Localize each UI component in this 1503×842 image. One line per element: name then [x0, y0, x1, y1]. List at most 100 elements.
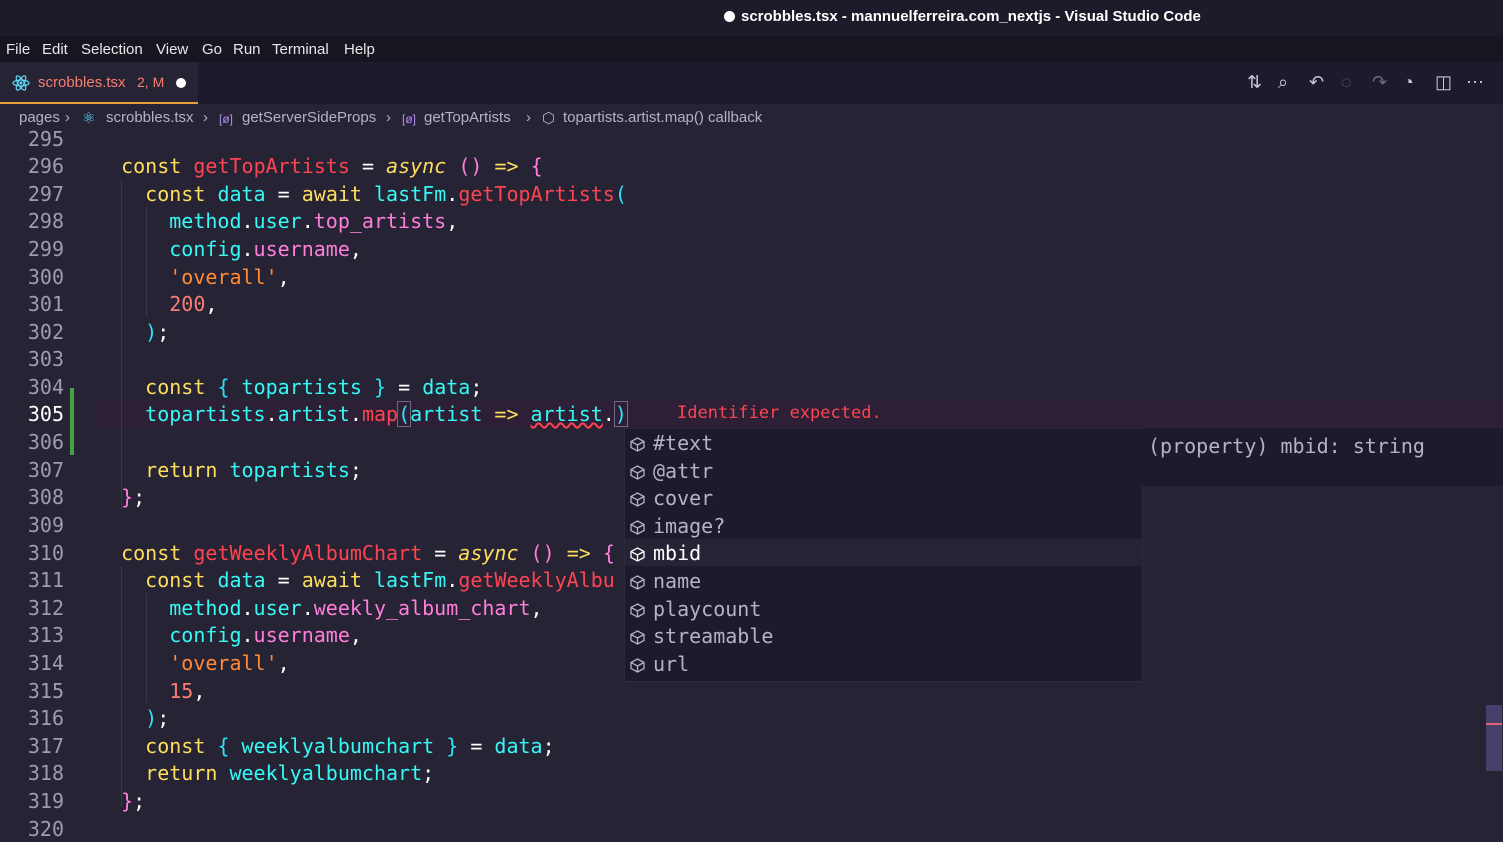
code-line: 15, [169, 679, 206, 703]
code-line: const getTopArtists = async () => { [121, 154, 543, 178]
line-number: 300 [27, 265, 64, 289]
title-bar: scrobbles.tsx - mannuelferreira.com_next… [0, 0, 1503, 36]
breadcrumb-item-getserversideprops[interactable]: getServerSideProps [242, 109, 376, 126]
code-line-active: topartists.artist.map(artist => artist.) [145, 401, 628, 427]
line-number: 302 [27, 320, 64, 344]
code-line: return topartists; [145, 458, 362, 482]
chevron-right-icon: › [526, 109, 531, 126]
property-cube-icon [629, 544, 646, 562]
suggest-item[interactable]: image? [625, 512, 1142, 539]
line-number: 297 [27, 182, 64, 206]
line-number: 304 [27, 375, 64, 399]
line-number: 299 [27, 237, 64, 261]
line-number: 306 [27, 430, 64, 454]
code-line: 'overall', [169, 265, 290, 289]
code-line: ); [145, 706, 170, 730]
tab-problem-badge: 2, M [137, 74, 165, 90]
line-number: 308 [27, 485, 64, 509]
breadcrumb-item-callback[interactable]: topartists.artist.map() callback [563, 109, 762, 126]
go-back-icon[interactable]: ↶ [1309, 72, 1324, 93]
code-line: const data = await lastFm.getTopArtists( [145, 182, 627, 206]
line-number: 307 [27, 458, 64, 482]
breadcrumb-item-gettopartists[interactable]: getTopArtists [424, 109, 511, 126]
suggest-item[interactable]: url [625, 650, 1142, 677]
chevron-right-icon: › [386, 109, 391, 126]
line-number: 303 [27, 347, 64, 371]
suggest-item[interactable]: #text [625, 429, 1142, 456]
breadcrumb-item-pages[interactable]: pages [19, 109, 60, 126]
react-icon [12, 74, 30, 97]
menu-go[interactable]: Go [202, 41, 222, 58]
line-number: 295 [27, 127, 64, 151]
menu-view[interactable]: View [156, 41, 188, 58]
code-line: method.user.top_artists, [169, 209, 459, 233]
menu-selection[interactable]: Selection [81, 41, 143, 58]
code-editor[interactable]: 295 296 297 298 299 300 301 302 303 304 … [0, 127, 1503, 842]
suggest-detail-text: (property) mbid: string [1148, 434, 1425, 458]
more-icon[interactable]: ⋯ [1466, 72, 1484, 93]
code-line: return weeklyalbumchart; [145, 761, 435, 785]
menu-edit[interactable]: Edit [42, 41, 68, 58]
window-title: scrobbles.tsx - mannuelferreira.com_next… [724, 8, 1201, 25]
code-line: const getWeeklyAlbumChart = async () => … [121, 541, 615, 565]
code-line: }; [121, 789, 146, 813]
menu-file[interactable]: File [6, 41, 30, 58]
line-number: 314 [27, 651, 64, 675]
menu-help[interactable]: Help [344, 41, 375, 58]
suggest-item[interactable]: streamable [625, 622, 1142, 649]
window-title-text: scrobbles.tsx - mannuelferreira.com_next… [741, 8, 1201, 25]
split-editor-icon[interactable]: ◫ [1435, 72, 1452, 93]
code-line: config.username, [169, 237, 362, 261]
suggest-item[interactable]: name [625, 567, 1142, 594]
symbol-method-icon: [ø] [219, 112, 233, 126]
property-cube-icon [629, 517, 646, 535]
line-number: 319 [27, 789, 64, 813]
suggest-item[interactable]: cover [625, 484, 1142, 511]
property-cube-icon [629, 462, 646, 480]
code-line: 200, [169, 292, 218, 316]
overview-ruler-marker [1486, 723, 1502, 725]
chevron-right-icon: › [203, 109, 208, 126]
line-number: 311 [27, 568, 64, 592]
react-icon: ⚛ [82, 110, 96, 127]
code-line: const data = await lastFm.getWeeklyAlbu [145, 568, 615, 592]
property-cube-icon [629, 600, 646, 618]
line-number: 315 [27, 679, 64, 703]
menu-run[interactable]: Run [233, 41, 261, 58]
breadcrumb-item-file[interactable]: scrobbles.tsx [106, 109, 194, 126]
inline-error-message: Identifier expected. [677, 403, 882, 423]
search-icon[interactable]: ⌕ [1278, 72, 1288, 93]
menu-bar: File Edit Selection View Go Run Terminal… [0, 36, 1503, 62]
breakpoint-icon[interactable]: ◌ [1341, 72, 1352, 93]
tab-filename: scrobbles.tsx [38, 74, 126, 91]
code-line: 'overall', [169, 651, 290, 675]
suggest-item[interactable]: @attr [625, 457, 1142, 484]
line-number: 312 [27, 596, 64, 620]
code-line: }; [121, 485, 146, 509]
suggest-item[interactable]: playcount [625, 595, 1142, 622]
suggest-widget: #text @attr cover image? mbid name playc… [624, 428, 1143, 682]
line-number: 313 [27, 623, 64, 647]
property-cube-icon [629, 434, 646, 452]
timeline-icon[interactable]: ◔ [1403, 72, 1414, 93]
code-line: const { weeklyalbumchart } = data; [145, 734, 555, 758]
line-number: 309 [27, 513, 64, 537]
suggest-detail-panel: (property) mbid: string [1142, 428, 1503, 486]
line-number-active: 305 [27, 402, 64, 426]
diff-added-indicator [70, 388, 74, 455]
symbol-method-icon: [ø] [402, 112, 416, 126]
tab-scrobbles[interactable]: scrobbles.tsx 2, M [0, 62, 198, 104]
line-number: 316 [27, 706, 64, 730]
source-control-icon[interactable]: ⇅ [1247, 72, 1262, 93]
breadcrumb: pages › ⚛ scrobbles.tsx › [ø] getServerS… [0, 104, 1503, 131]
menu-terminal[interactable]: Terminal [272, 41, 329, 58]
property-cube-icon [629, 627, 646, 645]
tab-modified-dot-icon[interactable] [176, 78, 186, 88]
suggest-item-selected[interactable]: mbid [625, 539, 1142, 566]
property-cube-icon [629, 489, 646, 507]
go-forward-icon[interactable]: ↷ [1372, 72, 1387, 93]
symbol-function-icon: ⬡ [542, 110, 556, 127]
property-cube-icon [629, 572, 646, 590]
code-line: config.username, [169, 623, 362, 647]
vertical-scrollbar[interactable] [1486, 705, 1502, 771]
